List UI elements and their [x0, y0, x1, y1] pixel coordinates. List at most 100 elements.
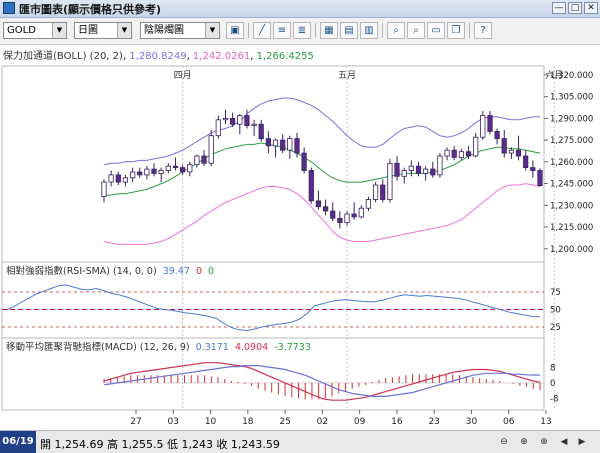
candle-up [187, 164, 193, 173]
candle-up [387, 162, 393, 200]
grid-icon[interactable]: ▤ [340, 22, 358, 39]
macd-label: 移動平均匯聚背馳指標(MACD) (12, 26, 9) [6, 341, 190, 353]
help-icon[interactable]: ? [474, 22, 492, 39]
candle-up [165, 165, 171, 171]
candle-up [144, 168, 150, 176]
zoom-out-icon[interactable]: ⌕ [407, 22, 425, 39]
candle-up [222, 118, 229, 121]
channel-icon[interactable]: ≣ [293, 22, 311, 39]
candle-down [351, 213, 357, 218]
candle-down [494, 131, 500, 140]
candle-down [380, 184, 386, 200]
fit-icon[interactable]: ▭ [427, 22, 445, 39]
fibonacci-icon[interactable]: ≡ [273, 22, 291, 39]
candle-down [322, 206, 329, 212]
macd-legend: 移動平均匯聚背馳指標(MACD) (12, 26, 9) 0.3171 4.09… [6, 341, 311, 353]
trendline-icon[interactable]: ╱ [253, 22, 271, 39]
period-select[interactable]: 日圖 ▼ [74, 22, 132, 39]
x-tick-label: 06 [503, 417, 515, 427]
save-icon[interactable]: ▣ [226, 22, 244, 39]
copy-icon[interactable]: ❐ [447, 22, 465, 39]
candle-down [451, 149, 457, 158]
candle-down [337, 217, 343, 224]
layout-icon[interactable]: ▥ [360, 22, 378, 39]
rsi-tick-label: 25 [550, 323, 561, 333]
rsi-value-2: 0 [196, 266, 202, 277]
x-tick-label: 25 [279, 417, 290, 427]
chart-style-select[interactable]: 陰陽燭圖 ▼ [140, 22, 220, 39]
toolbar-separator [248, 23, 249, 38]
maximize-button[interactable]: □ [568, 2, 582, 14]
macd-hist-value: -3.7733 [274, 342, 311, 353]
candle-up [401, 170, 407, 177]
candle-up [458, 151, 465, 158]
status-date: 06/19 [0, 431, 36, 453]
period-value: 日圖 [78, 25, 98, 36]
candle-down [201, 155, 207, 164]
candle-down [394, 162, 400, 177]
candle-down [244, 115, 250, 127]
candle-up [251, 123, 257, 126]
zoom-out-icon[interactable]: ⊖ [497, 435, 511, 449]
candle-up [372, 184, 379, 200]
candle-down [465, 151, 472, 157]
candle-down [137, 171, 143, 176]
price-panel [1, 65, 545, 263]
scroll-left-icon[interactable]: ◀ [557, 435, 571, 449]
chart-style-value: 陰陽燭圖 [144, 25, 184, 36]
chevron-down-icon: ▼ [52, 23, 66, 38]
chevron-down-icon: ▼ [117, 23, 131, 38]
x-tick-label: 13 [540, 417, 551, 427]
window-title: 匯市圖表(顯示價格只供參考) [19, 3, 162, 16]
chevron-down-icon: ▼ [205, 23, 219, 38]
zoom-in-icon[interactable]: ⊕ [517, 435, 531, 449]
candle-up [287, 138, 293, 151]
candle-up [480, 115, 486, 138]
y-tick-label: 1,245.000 [550, 180, 593, 190]
x-tick-label: 23 [428, 417, 439, 427]
macd-signal-value: 4.0904 [235, 342, 268, 353]
candle-up [108, 174, 114, 183]
candle-up [158, 170, 164, 174]
candle-down [501, 138, 507, 154]
minimize-button[interactable]: — [552, 2, 566, 14]
toolbar: GOLD ▼ 日圖 ▼ 陰陽燭圖 ▼ ▣ ╱ ≡ ≣ ▦ ▤ ▥ ⌕ ⌕ ▭ ❐… [0, 18, 600, 45]
candle-down [308, 170, 314, 202]
zoom-in-icon[interactable]: ⊕ [537, 435, 551, 449]
candle-down [280, 139, 286, 151]
rsi-label: 相對強弱指數(RSI-SMA) (14, 0, 0) [6, 265, 157, 277]
toolbar-separator [382, 23, 383, 38]
rsi-value: 39.47 [163, 266, 190, 277]
y-tick-label: 1,305.000 [550, 93, 593, 103]
y-tick-label: 1,320.000 [550, 71, 593, 81]
x-tick-label: 16 [391, 417, 403, 427]
toolbar-separator [469, 23, 470, 38]
candle-up [129, 171, 136, 179]
zoom-in-icon[interactable]: ⌕ [387, 22, 405, 39]
close-button[interactable]: ✕ [584, 2, 598, 14]
candle-down [172, 165, 179, 168]
candle-up [194, 155, 200, 166]
status-bar: 06/19 開 1,254.69 高 1,255.5 低 1,243 收 1,2… [0, 430, 600, 453]
macd-tick-label: -8 [550, 394, 558, 404]
chart-window: { "window": { "title": "匯市圖表(顯示價格只供參考)",… [0, 0, 600, 453]
symbol-select[interactable]: GOLD ▼ [3, 22, 67, 39]
x-tick-label: 02 [317, 417, 328, 427]
chart-area[interactable]: 四月 五月 六月1,200.0001,215.0001,230.0001,245.0… [0, 60, 600, 430]
candle-down [537, 170, 543, 187]
candle-down [530, 167, 536, 171]
rsi-tick-label: 50 [550, 306, 561, 316]
x-tick-label: 10 [205, 417, 217, 427]
candle-up [437, 155, 443, 176]
y-tick-label: 1,200.000 [550, 245, 593, 255]
candle-down [265, 138, 272, 147]
scroll-right-icon[interactable]: ▶ [575, 435, 589, 449]
candle-down [430, 168, 436, 176]
candle-up [358, 207, 364, 218]
month-label: 四月 [174, 70, 192, 81]
candle-down [115, 174, 121, 183]
candle-down [151, 168, 157, 174]
candle-up [272, 139, 279, 147]
macd-tick-label: 8 [550, 364, 555, 374]
indicator-icon[interactable]: ▦ [320, 22, 338, 39]
